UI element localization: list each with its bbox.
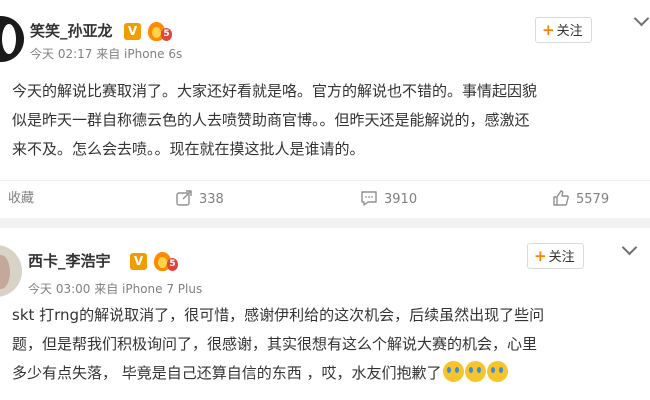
follow-button[interactable]: + 关注 bbox=[527, 243, 584, 269]
plus-icon: + bbox=[542, 21, 555, 39]
repost-icon bbox=[176, 190, 192, 206]
content-line: 来不及。怎么会去喷。。现在就在摸这批人是谁请的。 bbox=[12, 140, 365, 158]
crying-emoji-icon bbox=[442, 361, 464, 382]
content-line-last: 多少有点失落， 毕竟是自己还算自信的东西 ，哎，水友们抱歉了 bbox=[12, 359, 642, 388]
repost-count: 338 bbox=[199, 192, 224, 207]
level-number: 5 bbox=[161, 28, 172, 41]
post-content: skt 打rng的解说取消了，很可惜，感谢伊利给的这次机会，后续虽然出现了些问 … bbox=[12, 301, 642, 388]
chevron-down-icon[interactable] bbox=[633, 10, 650, 27]
weibo-post-1: 笑笑_孙亚龙 V 5 今天 02:17 来自 iPhone 6s + 关注 今天的… bbox=[0, 0, 650, 218]
follow-label: 关注 bbox=[548, 250, 575, 265]
content-line: 今天的解说比赛取消了。大家还好看就是咯。官方的解说也不错的。事情起因貌 bbox=[12, 82, 538, 100]
chevron-down-icon[interactable] bbox=[621, 239, 638, 256]
like-count: 5579 bbox=[576, 192, 610, 207]
level-number: 5 bbox=[167, 258, 178, 271]
crying-emoji-icon bbox=[486, 361, 508, 382]
level-badge-icon: 5 bbox=[148, 22, 172, 42]
verified-badge-icon: V bbox=[130, 253, 147, 270]
level-badge-icon: 5 bbox=[154, 252, 178, 272]
crying-emoji-icon bbox=[464, 361, 486, 382]
thumbs-up-icon bbox=[553, 190, 569, 206]
post-content: 今天的解说比赛取消了。大家还好看就是咯。官方的解说也不错的。事情起因貌 似是昨天… bbox=[12, 77, 642, 164]
weibo-post-2: 西卡_李浩宇 V 5 今天 03:00 来自 iPhone 7 Plus + 关注… bbox=[0, 228, 650, 400]
like-button[interactable]: 5579 bbox=[552, 189, 609, 209]
content-line: skt 打rng的解说取消了，很可惜，感谢伊利给的这次机会，后续虽然出现了些问 bbox=[12, 306, 545, 324]
username[interactable]: 笑笑_孙亚龙 bbox=[30, 20, 113, 41]
follow-button[interactable]: + 关注 bbox=[535, 17, 592, 43]
post-meta: 今天 03:00 来自 iPhone 7 Plus bbox=[28, 282, 203, 296]
comment-icon bbox=[361, 191, 377, 206]
verified-badge-icon: V bbox=[124, 23, 141, 40]
plus-icon: + bbox=[534, 247, 547, 265]
content-line: 似是昨天一群自称德云色的人去喷赞助商官博。。但昨天还是能解说的，感激还 bbox=[12, 111, 530, 129]
favorite-label: 收藏 bbox=[8, 191, 35, 206]
avatar[interactable] bbox=[0, 16, 24, 62]
follow-label: 关注 bbox=[556, 24, 583, 39]
comment-button[interactable]: 3910 bbox=[360, 189, 417, 209]
action-bar: 收藏 338 3910 5579 bbox=[0, 180, 650, 218]
avatar[interactable] bbox=[0, 245, 22, 297]
favorite-button[interactable]: 收藏 bbox=[8, 189, 34, 209]
username[interactable]: 西卡_李浩宇 bbox=[28, 250, 111, 271]
content-text: 多少有点失落， 毕竟是自己还算自信的东西 ，哎，水友们抱歉了 bbox=[12, 364, 442, 382]
post-divider bbox=[0, 218, 650, 228]
post-meta: 今天 02:17 来自 iPhone 6s bbox=[30, 47, 183, 61]
repost-button[interactable]: 338 bbox=[175, 189, 224, 209]
comment-count: 3910 bbox=[384, 192, 418, 207]
content-line: 题，但是帮我们积极询问了，很感谢，其实很想有这么个解说大赛的机会，心里 bbox=[12, 335, 538, 353]
